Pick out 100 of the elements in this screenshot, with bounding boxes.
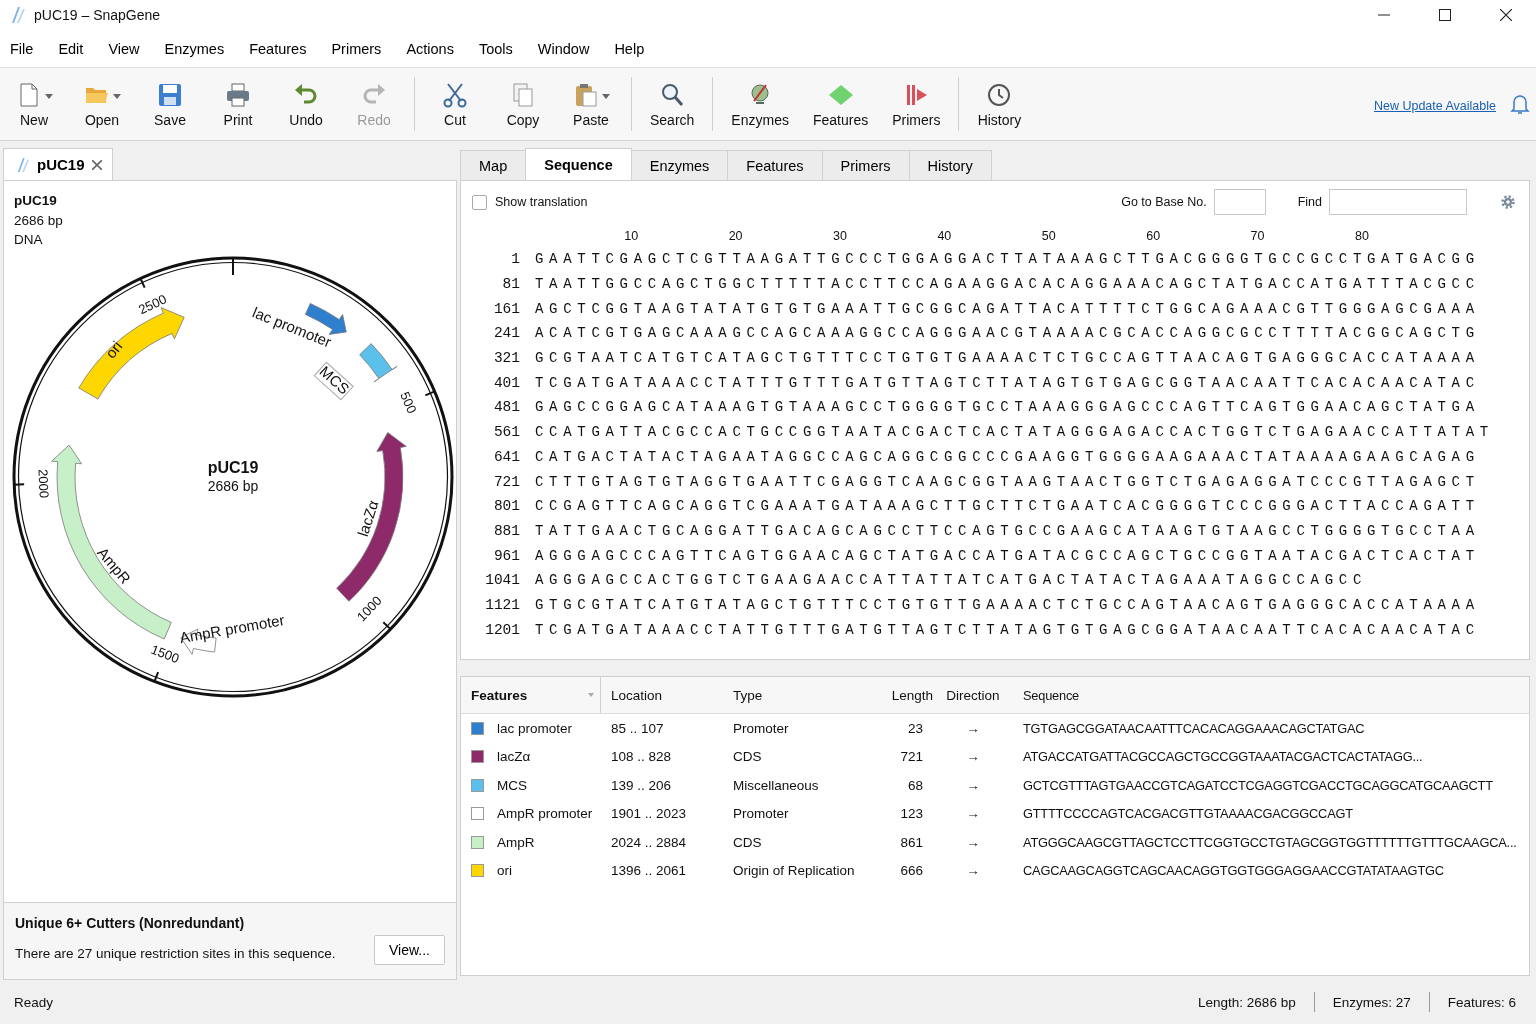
sequence-text: CCGAGTTCAGCAGGTCGAAATGATAAAGCTTGCTTCTGAATCACGGGGTCCCGGGACTTACCAGATT [535,498,1480,515]
goto-field[interactable] [1213,189,1266,215]
sequence-type: DNA [14,231,44,249]
table-cell: 85 .. 107 [611,720,664,736]
column-header[interactable]: Type [733,687,763,703]
menu-item[interactable]: Actions [398,36,462,61]
toolbar-button[interactable]: Save [142,76,198,132]
direction-arrow: → [966,777,980,793]
column-header[interactable]: Location [611,687,663,703]
status-item: Features: 6 [1447,994,1516,1010]
toolbar-button[interactable]: Features [806,76,875,132]
ruler-number: 70 [1250,229,1265,243]
column-header[interactable]: Length [891,687,933,703]
menu-item[interactable]: Help [606,36,653,61]
toolbar-button[interactable]: Open [74,76,130,132]
table-cell: 108 .. 828 [611,749,672,765]
update-link[interactable]: New Update Available [1373,99,1496,113]
column-header[interactable]: Features [471,687,528,703]
table-cell: GCTCGTTTAGTGAACCGTCAGATCCTCGAGGTCGACCTGCAGGCATGCAAGCTT [1023,777,1493,793]
table-cell: CAGCAAGCAGGTCAGCAACAGGTGGTGGGAGGAACCGTATATAAGTGC [1023,863,1444,879]
status-text: Ready [14,994,54,1010]
close-icon[interactable] [91,159,102,170]
toolbar-button[interactable]: History [971,76,1028,132]
map-length: 2686 bp [207,477,259,494]
base-number: 641 [492,448,520,465]
scissors-icon [441,81,469,109]
menu-item[interactable]: Primers [323,36,390,61]
column-header[interactable]: Sequence [1023,687,1080,703]
table-cell: CDS [733,749,762,765]
feature-label[interactable]: ori [101,337,126,361]
settings-icon[interactable] [1499,193,1517,211]
table-cell: ATGACCATGATTACGCCAGCTGCCGGTAAATACGACTCACTATAGG... [1023,749,1423,765]
checkbox[interactable] [472,194,487,210]
table-cell: 666 [900,863,923,879]
feature-name[interactable]: lac promoter [497,720,573,736]
document-tab[interactable]: pUC19 [3,148,113,180]
base-number: 321 [492,350,520,367]
sequence-text: CCATGATTACGCCACTGCCGGTAATACGACTCACTATAGGGAGACCACTGGTCTGAGAACCATTATAT [535,424,1494,441]
menu-item[interactable]: Enzymes [156,36,233,61]
app-logo-icon [16,156,30,173]
sequence-text: AGCTCGGTAAGTATATGTGTGAAATTGCGGCAGATTACATTTTCTGGCAGAAACGTTGGGAGCGAAA [535,300,1480,317]
base-number: 1201 [484,621,520,638]
table-cell: GTTTTCCCCAGTCACGACGTTGTAAAACGACGGCCAGT [1023,806,1353,822]
column-header[interactable]: Direction [946,687,1000,703]
base-number: 721 [492,473,520,490]
table-cell: ATGGGCAAGCGTTAGCTCCTTCGGTGCCTGTAGCGGTGGTTTTTTGTTTGCAAGCA... [1023,834,1517,850]
tick-mark [139,277,146,289]
view-tab[interactable]: History [908,150,992,180]
find-field[interactable] [1329,189,1467,215]
feature-name[interactable]: ori [497,863,512,879]
table-cell: 2024 .. 2884 [611,834,687,850]
base-number: 241 [492,325,520,342]
toolbar-button[interactable]: Paste [563,76,619,132]
menu-item[interactable]: File [2,36,42,61]
feature-label[interactable]: lacZα [353,497,382,539]
table-cell: 721 [900,749,923,765]
view-tab[interactable]: Enzymes [630,150,729,180]
sequence-text: TATTGAACTGCAGGATTGACAGCAGCCTTCCAGTGCCGAAGCATAAGTGTAAGCCTGGGGTGCCTAA [535,522,1480,539]
checkbox-label[interactable]: Show translation [495,195,588,209]
base-number: 81 [501,276,520,293]
toolbar-button[interactable]: Print [210,76,266,132]
feature-name[interactable]: AmpR [497,834,535,850]
tick-mark [153,670,160,682]
toolbar-button[interactable]: Copy [495,76,551,132]
tick-mark [232,256,234,276]
feature-name[interactable]: MCS [497,777,527,793]
app-logo-icon [10,6,26,24]
printer-icon [224,81,252,109]
tick-mark [424,389,436,396]
feature-name[interactable]: AmpR promoter [497,806,593,822]
view-tab[interactable]: Sequence [525,148,632,180]
toolbar-button[interactable]: Enzymes [725,76,795,132]
table-cell: 23 [907,720,923,736]
toolbar-button[interactable]: New [6,76,62,132]
menu-item[interactable]: Window [529,36,598,61]
view-tab[interactable]: Primers [821,150,910,180]
view-tab[interactable]: Map [460,150,527,180]
menu-item[interactable]: View [100,36,148,61]
base-number: 1041 [484,572,520,589]
sort-icon [588,693,594,697]
sequence-text: AGGGAGCCACTGGTCTGAAGAACCATTATTATCATGACTATACTAGAAATAGGCCAGCC [535,572,1367,589]
sequence-length: 2686 bp [14,211,64,230]
toolbar-button[interactable]: Primers [886,76,947,132]
tick-mark [382,620,392,630]
sequence-text: ACATCGTGAGCAAAGCCAGCAAAGGCCAGGGAACGTAAAACGCACCAGGCGCCTTTTACGGCAGCTG [535,325,1480,342]
feature-name[interactable]: lacZα [497,749,531,765]
table-cell: 68 [907,777,923,793]
menu-item[interactable]: Tools [470,36,521,61]
toolbar-button[interactable]: Undo [278,76,334,132]
bell-icon[interactable] [1510,93,1530,115]
menu-item[interactable]: Features [241,36,315,61]
table-cell: 861 [900,834,923,850]
direction-arrow: → [966,834,980,850]
sequence-text: GTGCGTATCATGTATAGCTGTTTCCTGTGTTGAAAACTCTGCCAGTAACAGTGAGGGCACCATAAAA [535,596,1480,613]
toolbar-button[interactable]: Cut [427,76,483,132]
view-tab[interactable]: Features [727,150,823,180]
view-button[interactable]: View... [374,935,445,965]
toolbar-button[interactable]: Search [644,76,701,132]
base-number: 481 [492,399,520,416]
menu-item[interactable]: Edit [50,36,92,61]
